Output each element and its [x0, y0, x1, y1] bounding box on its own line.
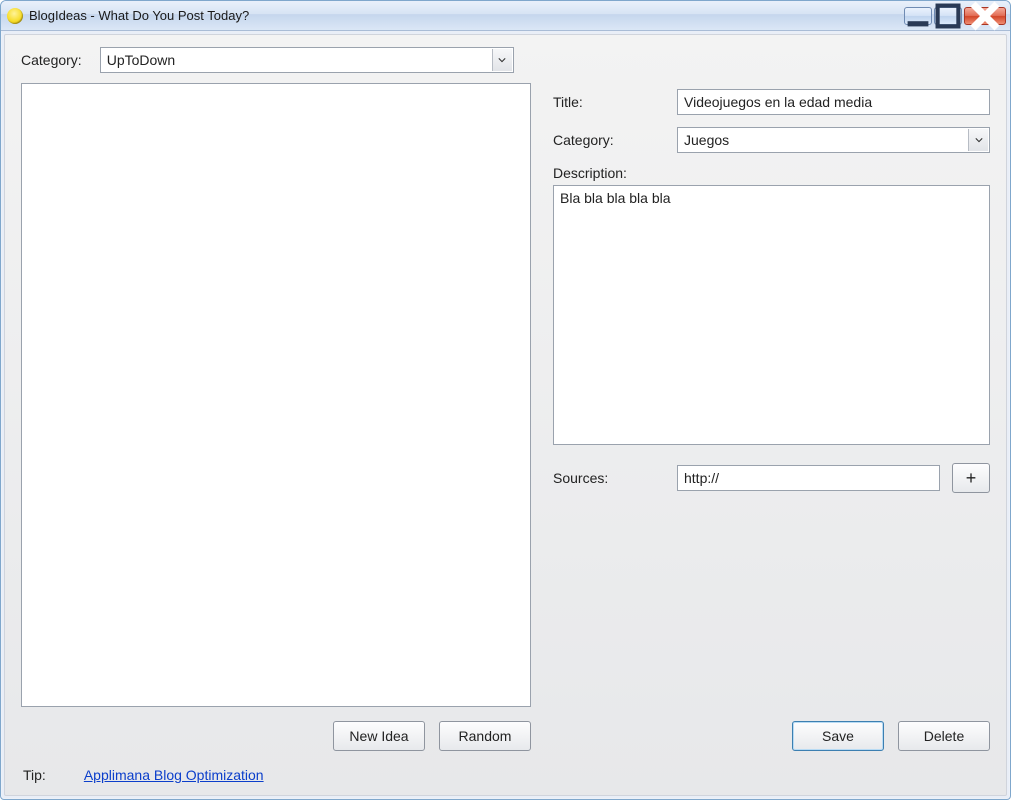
title-input[interactable]: Videojuegos en la edad media — [677, 89, 990, 115]
tip-link[interactable]: Applimana Blog Optimization — [84, 767, 264, 783]
left-category-label: Category: — [21, 52, 82, 68]
chevron-down-icon — [968, 129, 988, 151]
right-category-label: Category: — [553, 132, 665, 148]
left-column: New Idea Random — [21, 83, 531, 751]
chevron-down-icon — [492, 49, 512, 71]
description-value: Bla bla bla bla bla — [560, 190, 671, 206]
tip-label: Tip: — [23, 767, 46, 783]
left-category-select[interactable]: UpToDown — [100, 47, 514, 73]
window-title: BlogIdeas - What Do You Post Today? — [29, 8, 898, 23]
right-category-value: Juegos — [684, 132, 729, 148]
titlebar[interactable]: BlogIdeas - What Do You Post Today? — [1, 1, 1010, 31]
right-column: Title: Videojuegos en la edad media Cate… — [553, 83, 990, 751]
new-idea-button[interactable]: New Idea — [333, 721, 425, 751]
ideas-listbox[interactable] — [21, 83, 531, 707]
minimize-button[interactable] — [904, 7, 932, 25]
left-category-row: Category: UpToDown — [21, 47, 990, 73]
sources-input[interactable]: http:// — [677, 465, 940, 491]
save-button[interactable]: Save — [792, 721, 884, 751]
title-value: Videojuegos en la edad media — [684, 94, 872, 110]
right-buttons: Save Delete — [553, 721, 990, 751]
sources-label: Sources: — [553, 470, 665, 486]
title-label: Title: — [553, 94, 665, 110]
description-group: Description: Bla bla bla bla bla — [553, 165, 990, 445]
title-row: Title: Videojuegos en la edad media — [553, 89, 990, 115]
main-columns: New Idea Random Title: Videojuegos en la… — [21, 83, 990, 751]
right-spacer — [553, 505, 990, 701]
sources-row: Sources: http:// + — [553, 463, 990, 493]
left-category-value: UpToDown — [107, 52, 175, 68]
delete-button[interactable]: Delete — [898, 721, 990, 751]
right-category-row: Category: Juegos — [553, 127, 990, 153]
app-window: BlogIdeas - What Do You Post Today? Cate… — [0, 0, 1011, 800]
lightbulb-icon — [7, 8, 23, 24]
add-source-button[interactable]: + — [952, 463, 990, 493]
left-buttons: New Idea Random — [21, 721, 531, 751]
description-textarea[interactable]: Bla bla bla bla bla — [553, 185, 990, 445]
client-area: Category: UpToDown New Idea Random Title… — [4, 34, 1007, 796]
right-category-select[interactable]: Juegos — [677, 127, 990, 153]
random-button[interactable]: Random — [439, 721, 531, 751]
description-label: Description: — [553, 165, 990, 181]
window-controls — [904, 7, 1006, 25]
tip-row: Tip: Applimana Blog Optimization — [21, 761, 990, 785]
close-button[interactable] — [964, 7, 1006, 25]
maximize-button[interactable] — [934, 7, 962, 25]
sources-value: http:// — [684, 470, 719, 486]
